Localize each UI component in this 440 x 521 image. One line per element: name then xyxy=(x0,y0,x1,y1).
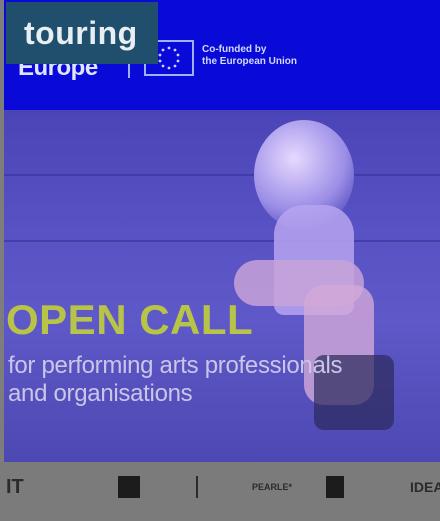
partner-logo-it-text: IT xyxy=(6,476,24,498)
partner-logo-idea-text: IDEA xyxy=(410,479,440,495)
eu-funding-text: Co-funded by the European Union xyxy=(202,44,297,68)
partner-logo-strip: IT PEARLE* IDEA xyxy=(0,462,440,521)
open-call-headline: OPEN CALL xyxy=(6,296,254,343)
partner-logo-pearle-text: PEARLE* xyxy=(252,482,293,492)
category-tag-label: touring xyxy=(24,15,138,51)
eu-funding-line-1: Co-funded by xyxy=(202,44,267,55)
partner-logo-pearle: PEARLE* xyxy=(252,476,302,498)
poster-photo xyxy=(4,110,440,462)
poster-subtitle-line-1: for performing arts professionals xyxy=(8,352,343,379)
floor-line xyxy=(4,174,440,176)
category-tag[interactable]: touring xyxy=(6,2,158,64)
eu-funding-line-2: the European Union xyxy=(202,56,297,67)
open-call-card[interactable]: Europe Co-funded by the European Union O… xyxy=(0,0,440,521)
partner-logo-square xyxy=(326,476,344,498)
poster-subtitle-line-2: and organisations xyxy=(8,380,193,407)
floor-line xyxy=(4,240,440,242)
partner-logo-crest xyxy=(196,476,232,498)
partner-logo-it: IT xyxy=(6,476,96,498)
partner-logo-idea: IDEA xyxy=(410,476,440,498)
partner-logo-mark xyxy=(118,476,140,498)
